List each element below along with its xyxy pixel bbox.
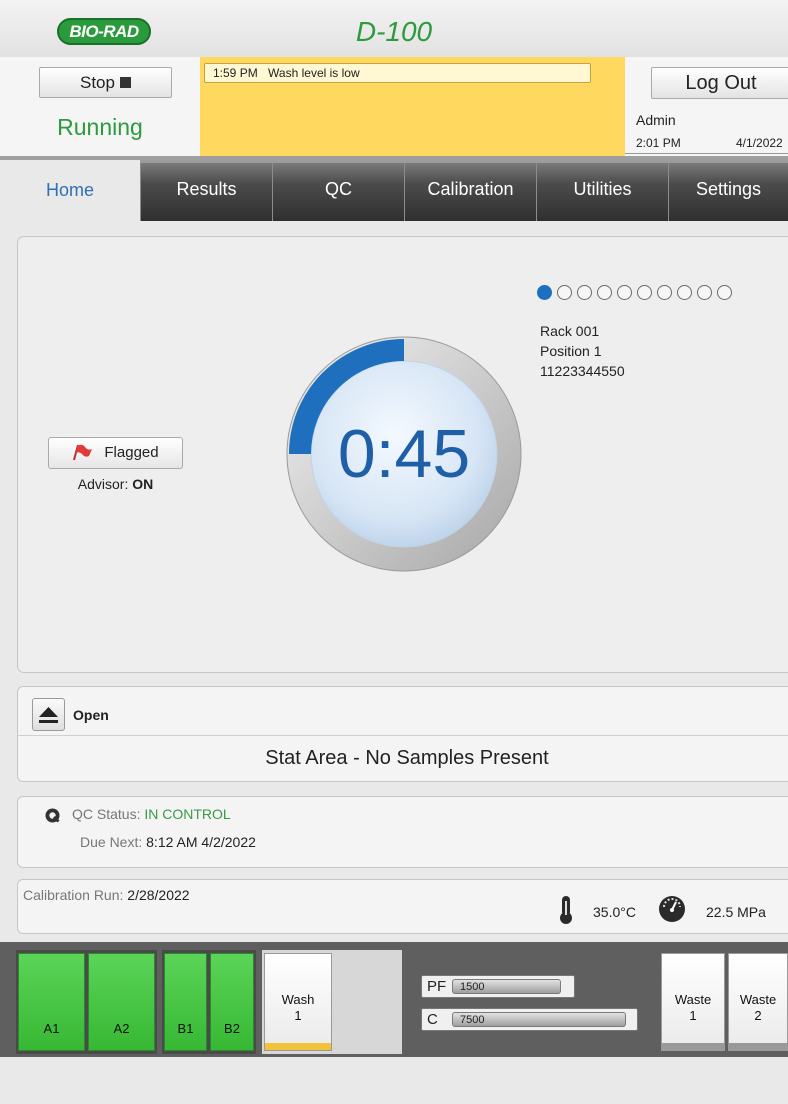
sample-info: Rack 001 Position 1 11223344550 — [540, 321, 625, 381]
calibration-run-label: Calibration Run: — [23, 887, 124, 903]
waste-2-name: Waste — [739, 992, 777, 1007]
pf-label: PF — [427, 978, 447, 995]
wash-bottle[interactable]: Wash 1 — [264, 953, 332, 1051]
qc-status-label: QC Status: — [72, 806, 141, 822]
waste-1-name: Waste — [674, 992, 712, 1007]
wash-name: Wash — [281, 992, 315, 1007]
waste-1-number: 1 — [689, 1008, 697, 1023]
system-pressure: 22.5 MPa — [706, 904, 766, 920]
waste-container-1[interactable]: Waste 1 — [661, 953, 725, 1051]
countdown-timer: 0:45 — [286, 336, 522, 572]
log-out-button[interactable]: Log Out — [651, 67, 788, 99]
rack-b2[interactable]: B2 — [210, 953, 254, 1051]
waste-container-2[interactable]: Waste 2 — [728, 953, 788, 1051]
open-label: Open — [73, 707, 109, 723]
flagged-button[interactable]: Flagged — [48, 437, 183, 469]
position-dot — [697, 285, 712, 300]
tab-results[interactable]: Results — [140, 163, 272, 221]
stat-area-message: Stat Area - No Samples Present — [265, 747, 549, 769]
alert-time: 1:59 PM — [213, 66, 258, 80]
thermometer-icon — [560, 896, 572, 924]
waste-2-level-bar — [729, 1043, 787, 1050]
pressure-gauge-icon — [659, 896, 685, 922]
eject-icon — [39, 707, 58, 723]
reagent-level-pf: PF 1500 — [421, 975, 575, 998]
position-dot — [597, 285, 612, 300]
divider — [18, 735, 788, 736]
instrument-title: D-100 — [355, 16, 433, 47]
alert-message[interactable]: 1:59 PM Wash level is low — [204, 63, 591, 83]
wash-level-bar — [265, 1043, 331, 1050]
wash-number: 1 — [294, 1008, 302, 1023]
qc-due-value: 8:12 AM 4/2/2022 — [146, 834, 256, 850]
advisor-value: ON — [132, 476, 154, 492]
position-dot — [717, 285, 732, 300]
c-label: C — [427, 1011, 438, 1028]
qc-due-label: Due Next: — [80, 834, 143, 850]
column-temperature: 35.0°C — [593, 904, 636, 920]
stop-button-label: Stop — [80, 73, 115, 92]
qc-due: Due Next: 8:12 AM 4/2/2022 — [80, 834, 256, 850]
current-date: 4/1/2022 — [736, 136, 783, 150]
sample-id: 11223344550 — [540, 363, 625, 379]
position-dot — [617, 285, 632, 300]
advisor-label: Advisor: — [77, 476, 129, 492]
current-user: Admin — [636, 112, 676, 128]
qc-icon — [45, 808, 60, 823]
calibration-run: Calibration Run: 2/28/2022 — [23, 887, 190, 903]
divider — [625, 153, 788, 154]
rack-b1[interactable]: B1 — [164, 953, 207, 1051]
open-stat-button[interactable] — [32, 698, 65, 731]
waste-1-level-bar — [662, 1043, 724, 1050]
timer-readout: 0:45 — [338, 416, 470, 492]
tab-home[interactable]: Home — [0, 160, 140, 221]
qc-status: QC Status: IN CONTROL — [72, 806, 231, 822]
tab-settings[interactable]: Settings — [668, 163, 788, 221]
position-dot — [657, 285, 672, 300]
position-dot — [677, 285, 692, 300]
run-state: Running — [57, 114, 143, 140]
flag-icon — [73, 444, 93, 461]
c-level-bar: 7500 — [452, 1012, 626, 1027]
alert-text: Wash level is low — [268, 66, 360, 80]
flagged-label: Flagged — [104, 444, 159, 461]
tab-calibration[interactable]: Calibration — [404, 163, 536, 221]
position-dot — [537, 285, 552, 300]
rack-a2[interactable]: A2 — [88, 953, 155, 1051]
calibration-run-value: 2/28/2022 — [127, 887, 190, 903]
current-time: 2:01 PM — [636, 136, 681, 150]
rack-a1[interactable]: A1 — [18, 953, 85, 1051]
reagent-level-c: C 7500 — [421, 1008, 638, 1031]
position-dot — [577, 285, 592, 300]
pf-level-bar: 1500 — [452, 979, 561, 994]
position-number: Position 1 — [540, 343, 602, 359]
position-dot — [637, 285, 652, 300]
stop-button[interactable]: Stop — [39, 67, 172, 98]
stop-icon — [119, 77, 131, 88]
tab-qc[interactable]: QC — [272, 163, 404, 221]
rack-number: Rack 001 — [540, 323, 600, 339]
tab-utilities[interactable]: Utilities — [536, 163, 668, 221]
qc-status-value: IN CONTROL — [144, 806, 231, 822]
position-dot — [557, 285, 572, 300]
advisor-status: Advisor: ON — [48, 476, 183, 492]
waste-2-number: 2 — [754, 1008, 762, 1023]
